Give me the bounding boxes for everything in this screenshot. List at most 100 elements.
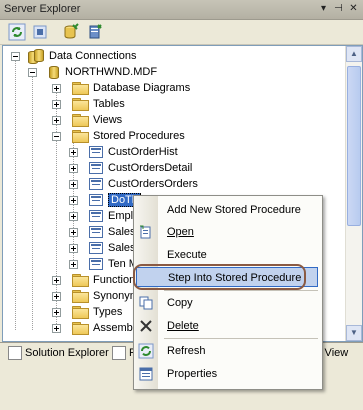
- window-position-dropdown-icon[interactable]: ▾: [317, 2, 330, 15]
- menu-separator: [164, 290, 318, 291]
- tree-node-views[interactable]: Views: [51, 112, 122, 128]
- tree-node-procedure-selected[interactable]: DoTh: [68, 192, 141, 208]
- tree-node-assemblies[interactable]: Assemblie: [51, 320, 144, 336]
- menu-item-label: Copy: [167, 297, 193, 309]
- expand-icon[interactable]: [52, 116, 61, 125]
- tree-node-functions[interactable]: Functions: [51, 272, 141, 288]
- data-connections-icon: [28, 49, 44, 64]
- node-label: Sales: [108, 226, 136, 238]
- node-label: Data Connections: [49, 50, 137, 62]
- expand-icon[interactable]: [52, 308, 61, 317]
- node-label: CustOrdersDetail: [108, 162, 193, 174]
- close-icon[interactable]: ✕: [347, 2, 360, 15]
- expand-icon[interactable]: [69, 228, 78, 237]
- scroll-down-icon[interactable]: ▼: [346, 325, 362, 341]
- tree-node-northwnd[interactable]: NORTHWND.MDF: [27, 64, 157, 80]
- tree-node-procedure[interactable]: Sales: [68, 224, 136, 240]
- menu-item-label: Execute: [167, 249, 207, 261]
- menu-separator: [164, 338, 318, 339]
- highlight-ring: [133, 264, 306, 290]
- tab-solution-explorer[interactable]: Solution Explorer: [8, 345, 109, 361]
- expand-icon[interactable]: [69, 164, 78, 173]
- auto-hide-pin-icon[interactable]: ⊣: [332, 2, 345, 15]
- collapse-icon[interactable]: [52, 132, 61, 141]
- toolbar: [0, 20, 363, 45]
- tree-node-procedure[interactable]: Ten M: [68, 256, 138, 272]
- stored-procedure-icon: [89, 178, 103, 190]
- vertical-scrollbar[interactable]: ▲ ▼: [345, 46, 362, 341]
- node-label: Tables: [93, 98, 125, 110]
- expand-icon[interactable]: [52, 292, 61, 301]
- tree-node-database-diagrams[interactable]: Database Diagrams: [51, 80, 190, 96]
- scroll-up-icon[interactable]: ▲: [346, 46, 362, 62]
- tree-node-stored-procedures[interactable]: Stored Procedures: [51, 128, 185, 144]
- tree-node-procedure[interactable]: Emplo: [68, 208, 139, 224]
- tree-node-procedure[interactable]: CustOrdersDetail: [68, 160, 192, 176]
- connect-server-icon[interactable]: [86, 23, 104, 41]
- expand-icon[interactable]: [69, 244, 78, 253]
- menu-item-delete[interactable]: Delete: [134, 315, 322, 337]
- tab-label: Solution Explorer: [25, 347, 109, 359]
- expand-icon[interactable]: [69, 196, 78, 205]
- node-label: CustOrdersOrders: [108, 178, 198, 190]
- tree-node-procedure[interactable]: CustOrderHist: [68, 144, 178, 160]
- tree-node-synonyms[interactable]: Synonym: [51, 288, 139, 304]
- expand-icon[interactable]: [52, 324, 61, 333]
- expand-icon[interactable]: [52, 276, 61, 285]
- tree-node-procedure[interactable]: Sales: [68, 240, 136, 256]
- node-label: Stored Procedures: [93, 130, 185, 142]
- folder-icon: [72, 130, 89, 143]
- folder-icon: [72, 290, 89, 303]
- stored-procedure-icon: [89, 210, 103, 222]
- expand-icon[interactable]: [69, 260, 78, 269]
- folder-icon: [72, 306, 89, 319]
- stop-refresh-icon[interactable]: [31, 23, 49, 41]
- expand-icon[interactable]: [69, 148, 78, 157]
- scroll-thumb[interactable]: [347, 66, 361, 226]
- menu-item-refresh[interactable]: Refresh: [134, 340, 322, 362]
- expand-icon[interactable]: [69, 212, 78, 221]
- tree-node-types[interactable]: Types: [51, 304, 122, 320]
- properties-icon: [112, 346, 126, 360]
- menu-item-copy[interactable]: Copy: [134, 292, 322, 314]
- connect-database-icon[interactable]: [62, 23, 80, 41]
- tree-node-procedure[interactable]: CustOrdersOrders: [68, 176, 198, 192]
- title-bar: Server Explorer ▾ ⊣ ✕: [0, 0, 363, 20]
- node-label: Sales: [108, 242, 136, 254]
- open-icon: [138, 224, 154, 240]
- copy-icon: [138, 295, 154, 311]
- menu-item-add-new-stored-procedure[interactable]: Add New Stored Procedure: [134, 199, 322, 221]
- expand-icon[interactable]: [52, 84, 61, 93]
- refresh-icon[interactable]: [8, 23, 26, 41]
- collapse-icon[interactable]: [28, 68, 37, 77]
- collapse-icon[interactable]: [11, 52, 20, 61]
- tree-node-data-connections[interactable]: Data Connections: [11, 48, 136, 64]
- tree-line: [15, 60, 16, 330]
- menu-item-properties[interactable]: Properties: [134, 363, 322, 385]
- stored-procedure-icon: [89, 194, 103, 206]
- tree-node-tables[interactable]: Tables: [51, 96, 125, 112]
- delete-icon: [138, 318, 154, 334]
- expand-icon[interactable]: [69, 180, 78, 189]
- stored-procedure-icon: [89, 162, 103, 174]
- stored-procedure-icon: [89, 258, 103, 270]
- menu-item-execute[interactable]: Execute: [134, 244, 322, 266]
- folder-icon: [72, 274, 89, 287]
- stored-procedure-icon: [89, 226, 103, 238]
- folder-icon: [72, 82, 89, 95]
- expand-icon[interactable]: [52, 100, 61, 109]
- folder-icon: [72, 114, 89, 127]
- window-title: Server Explorer: [4, 3, 81, 15]
- node-label: Types: [93, 306, 123, 318]
- menu-item-label: Add New Stored Procedure: [167, 204, 301, 216]
- menu-item-label: Open: [167, 226, 194, 238]
- stored-procedure-icon: [89, 146, 103, 158]
- context-menu: Add New Stored Procedure Open Execute St…: [133, 195, 323, 390]
- node-label: CustOrderHist: [108, 146, 178, 158]
- menu-item-label: Delete: [167, 320, 199, 332]
- refresh-icon: [138, 343, 154, 359]
- node-label: Synonym: [93, 290, 139, 302]
- database-icon: [48, 65, 60, 79]
- stored-procedure-icon: [89, 242, 103, 254]
- menu-item-open[interactable]: Open: [134, 221, 322, 243]
